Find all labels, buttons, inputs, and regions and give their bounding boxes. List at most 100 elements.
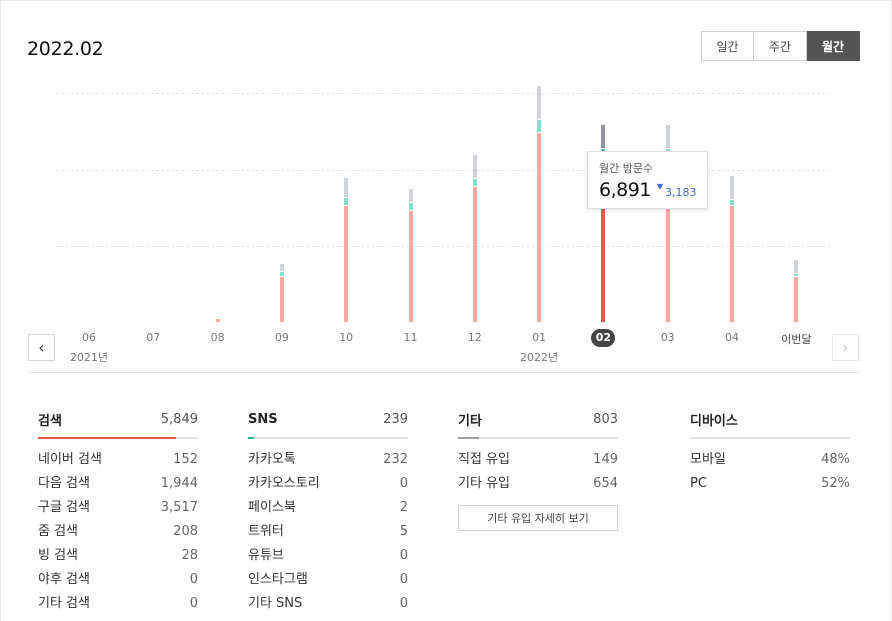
x-axis-label[interactable]: 10 <box>326 331 366 344</box>
sns-total: 239 <box>383 411 408 427</box>
x-axis-label[interactable]: 08 <box>198 331 238 344</box>
sns-stats: SNS 239 카카오톡 232 카카오스토리 0 페이스북 2 트위터 5 유튜브 0 인스타그램… <box>248 408 408 619</box>
bar-search-segment <box>279 277 284 322</box>
bar-other-segment <box>344 178 349 198</box>
sns-row-label: 카카오톡 <box>248 452 296 467</box>
search-row-value: 28 <box>181 548 198 563</box>
chevron-right-icon: › <box>842 338 849 357</box>
bar-search-segment <box>794 277 799 322</box>
search-row-label: 다음 검색 <box>38 476 90 491</box>
sns-row-label: 페이스북 <box>248 500 296 515</box>
bar-other-segment <box>730 175 734 199</box>
bar-search-segment <box>472 186 477 322</box>
etc-row-value: 654 <box>593 476 618 491</box>
sns-row: 카카오스토리 0 <box>248 475 408 499</box>
search-row: 야후 검색 0 <box>38 571 198 595</box>
sns-row-value: 0 <box>399 548 408 563</box>
device-row-label: PC <box>690 476 707 491</box>
sns-row: 기타 SNS 0 <box>248 595 408 619</box>
x-axis-label[interactable]: 이번달 <box>776 331 816 347</box>
bar-search-segment <box>730 205 734 322</box>
visits-chart: 06 07 08 09 10 11 12 01 02 03 04 이번달 2021년 2022년 <box>0 0 892 380</box>
bar-other-segment <box>279 263 284 272</box>
sns-row-value: 232 <box>383 452 408 467</box>
chevron-left-icon: ‹ <box>38 338 45 357</box>
etc-total: 803 <box>593 411 618 427</box>
bar-sns-segment <box>279 272 284 277</box>
search-row-value: 3,517 <box>160 500 198 515</box>
bar-search-segment <box>408 210 413 322</box>
search-row: 다음 검색 1,944 <box>38 475 198 499</box>
bar-sns-segment <box>408 203 413 210</box>
gridline <box>56 246 830 247</box>
year-label: 2022년 <box>520 351 559 364</box>
etc-row-label: 직접 유입 <box>458 452 510 467</box>
prev-period-button[interactable]: ‹ <box>28 334 55 361</box>
etc-row: 직접 유입 149 <box>458 451 618 475</box>
bar-search-segment <box>537 132 542 322</box>
bar-search-segment <box>215 319 220 322</box>
device-row-label: 모바일 <box>690 452 726 467</box>
x-axis-label[interactable]: 11 <box>391 331 431 344</box>
sns-share-bar <box>248 437 408 439</box>
x-axis-label[interactable]: 02 <box>591 329 616 347</box>
sns-row-label: 카카오스토리 <box>248 476 320 491</box>
x-axis-label[interactable]: 09 <box>262 331 302 344</box>
sns-row-value: 0 <box>399 476 408 491</box>
search-row-label: 줌 검색 <box>38 524 79 539</box>
search-row: 네이버 검색 152 <box>38 451 198 475</box>
gridline <box>56 93 830 94</box>
sns-row: 유튜브 0 <box>248 547 408 571</box>
search-row: 구글 검색 3,517 <box>38 499 198 523</box>
x-axis-label[interactable]: 06 <box>69 331 109 344</box>
etc-share-bar <box>458 437 618 439</box>
bar-other-segment <box>665 125 670 149</box>
sns-row: 카카오톡 232 <box>248 451 408 475</box>
search-row-label: 기타 검색 <box>38 596 90 611</box>
next-period-button[interactable]: › <box>832 334 859 361</box>
bar-sns-segment <box>537 119 542 132</box>
search-row: 줌 검색 208 <box>38 523 198 547</box>
search-total: 5,849 <box>160 411 198 427</box>
tooltip-diff: 3,183 <box>665 186 697 199</box>
x-axis-label[interactable]: 04 <box>712 331 752 344</box>
etc-stats: 기타 803 직접 유입 149 기타 유입 654 기타 유입 자세히 보기 <box>458 408 618 531</box>
x-axis-label[interactable]: 03 <box>648 331 688 344</box>
search-row: 기타 검색 0 <box>38 595 198 619</box>
sns-title: SNS <box>248 411 278 427</box>
etc-row: 기타 유입 654 <box>458 475 618 499</box>
bar-sns-segment <box>472 178 477 186</box>
chart-tooltip: 월간 방문수 6,891 ▼ 3,183 <box>587 151 708 209</box>
bar-other-segment <box>408 189 413 203</box>
x-axis-label[interactable]: 07 <box>133 331 173 344</box>
search-row: 빙 검색 28 <box>38 547 198 571</box>
x-axis-label[interactable]: 12 <box>455 331 495 344</box>
chart-baseline <box>28 372 860 373</box>
bar-sns-segment <box>794 274 799 277</box>
x-axis-label[interactable]: 01 <box>519 331 559 344</box>
search-row-value: 1,944 <box>160 476 198 491</box>
search-row-value: 152 <box>173 452 198 467</box>
device-rule <box>690 437 850 439</box>
sns-row-label: 인스타그램 <box>248 572 308 587</box>
device-row-value: 48% <box>821 452 850 467</box>
sns-row: 트위터 5 <box>248 523 408 547</box>
search-row-label: 야후 검색 <box>38 572 90 587</box>
device-stats: 디바이스 모바일 48% PC 52% <box>690 408 850 499</box>
device-row: 모바일 48% <box>690 451 850 475</box>
search-row-value: 0 <box>189 572 198 587</box>
etc-title: 기타 <box>458 413 482 429</box>
year-label: 2021년 <box>69 351 109 364</box>
search-share-bar <box>38 437 198 439</box>
device-row-value: 52% <box>821 476 850 491</box>
search-row-label: 빙 검색 <box>38 548 79 563</box>
sns-row-label: 트위터 <box>248 524 284 539</box>
etc-row-label: 기타 유입 <box>458 476 510 491</box>
search-row-value: 208 <box>173 524 198 539</box>
search-row-label: 구글 검색 <box>38 500 90 515</box>
bar-sns-segment <box>344 198 349 205</box>
bar-search-segment <box>344 205 349 322</box>
etc-detail-button[interactable]: 기타 유입 자세히 보기 <box>458 505 618 531</box>
bar-other-segment <box>601 125 606 149</box>
sns-row-label: 기타 SNS <box>248 596 303 611</box>
